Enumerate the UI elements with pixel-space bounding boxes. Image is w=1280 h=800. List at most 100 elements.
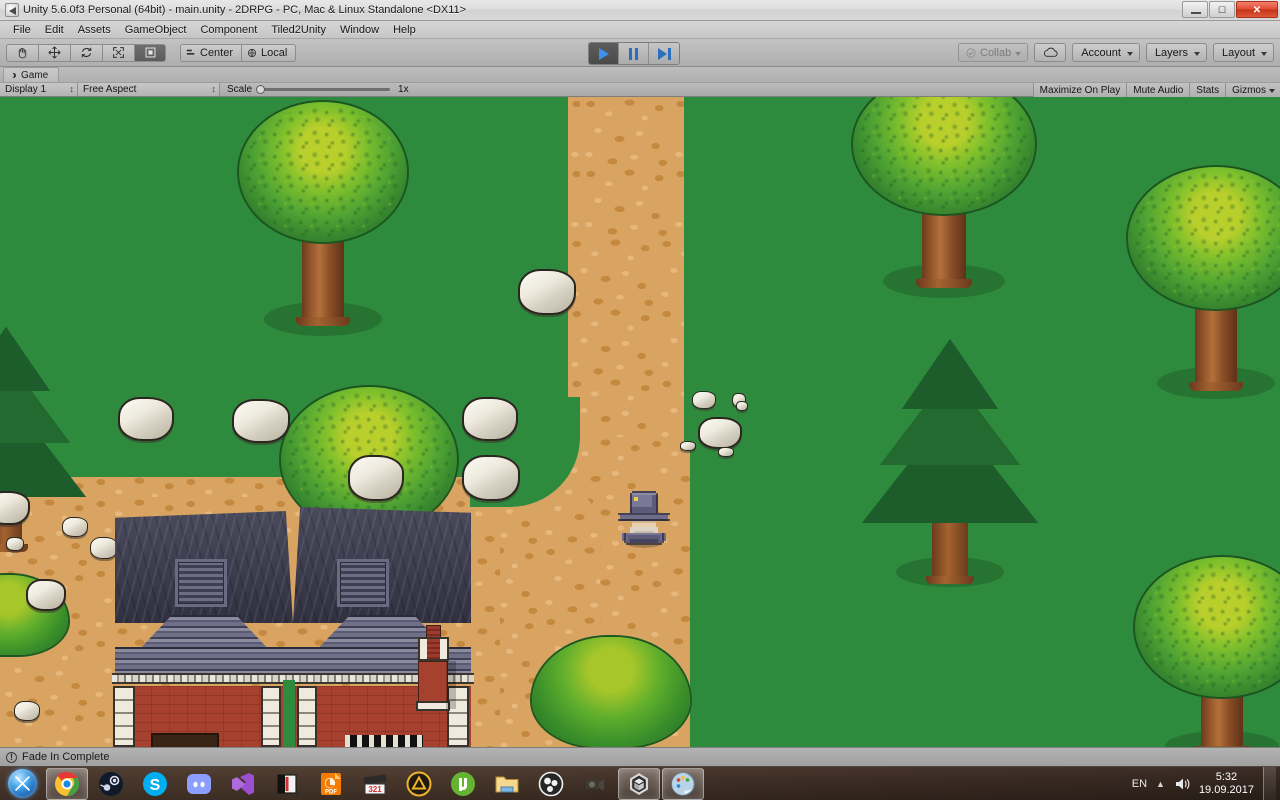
account-dropdown[interactable]: Account [1072,43,1140,62]
taskbar-item-skype[interactable]: S [134,768,176,800]
restore-icon: ☐ [1217,5,1227,15]
menu-help[interactable]: Help [386,22,423,38]
boulder-left-b [26,579,66,611]
move-tool-button[interactable] [38,43,70,62]
chevron-up-icon[interactable]: ▲ [1156,779,1165,789]
main-toolbar: Center Local Collab Account Layers Layou… [0,39,1280,67]
clock-date: 19.09.2017 [1198,784,1254,796]
menu-bar: File Edit Assets GameObject Component Ti… [0,21,1280,39]
tree-canopy [1128,167,1280,309]
step-icon [657,47,671,60]
taskbar-item-reader[interactable] [266,768,308,800]
rock-small-1 [692,391,716,409]
taskbar-item-aimp[interactable] [398,768,440,800]
house-vent-right [337,559,389,607]
boulder-7 [698,417,742,449]
rock-small-9 [14,701,40,721]
taskbar-item-camera-tool[interactable] [574,768,616,800]
rock-small-8 [718,447,734,457]
house-divider-gap [283,680,295,747]
taskbar-item-chrome[interactable] [46,767,88,800]
tab-game[interactable]: Game [3,67,60,82]
display-label: Display 1 [5,84,47,95]
hat-star [634,497,638,501]
taskbar-item-obs[interactable] [530,768,572,800]
move-icon [48,46,61,59]
pivot-rotation-button[interactable]: Local [241,43,297,62]
scale-slider-knob[interactable] [256,85,266,94]
minimize-button[interactable] [1182,1,1208,18]
rect-transform-icon [145,47,155,58]
pause-button[interactable] [619,43,649,64]
taskbar-item-explorer[interactable] [486,768,528,800]
mute-audio-button[interactable]: Mute Audio [1126,83,1190,98]
gizmos-dropdown[interactable]: Gizmos [1225,83,1280,98]
menu-tiled2unity[interactable]: Tiled2Unity [264,22,333,38]
menu-window[interactable]: Window [333,22,386,38]
show-desktop-button[interactable] [1263,767,1276,800]
tab-game-label: Game [21,69,49,81]
play-button[interactable] [589,43,619,64]
tree-pine-right [862,335,1038,587]
menu-component[interactable]: Component [193,22,264,38]
chimney-shadow [446,661,456,709]
collab-button[interactable]: Collab [958,43,1029,62]
taskbar-item-steam[interactable] [90,768,132,800]
rotate-tool-button[interactable] [70,43,102,62]
menu-gameobject[interactable]: GameObject [118,22,194,38]
menu-file[interactable]: File [6,22,38,38]
taskbar-clock[interactable]: 5:32 19.09.2017 [1199,771,1254,797]
house-quoin-mid-b [297,686,317,747]
rect-tool-button[interactable] [134,43,166,62]
taskbar-item-unity[interactable] [618,767,660,800]
display-dropdown[interactable]: Display 1 [0,83,78,96]
hand-tool-button[interactable] [6,43,38,62]
windows-start-icon [7,769,37,798]
media-player-icon: 321 [363,773,387,794]
scale-slider[interactable]: 1x [256,84,409,95]
wizard-player-character[interactable] [612,485,676,549]
svg-text:321: 321 [368,785,382,794]
aspect-dropdown[interactable]: Free Aspect [78,83,220,96]
start-button[interactable] [0,768,44,800]
layers-label: Layers [1154,46,1188,59]
stats-button[interactable]: Stats [1189,83,1226,98]
taskbar-item-discord[interactable] [178,768,220,800]
panel-tab-row: Game [0,67,1280,82]
volume-icon[interactable] [1174,777,1190,791]
maximize-on-play-button[interactable]: Maximize On Play [1032,83,1127,98]
taskbar-item-visual-studio[interactable] [222,768,264,800]
tree-deciduous-1 [238,102,408,336]
layout-dropdown[interactable]: Layout [1212,43,1274,62]
layers-dropdown[interactable]: Layers [1145,43,1207,62]
purple-app-icon [232,772,254,795]
taskbar-item-paint[interactable] [662,767,704,800]
boulder-4 [462,397,518,441]
scale-tool-button[interactable] [102,43,134,62]
menu-edit[interactable]: Edit [38,22,71,38]
info-icon: ! [6,751,17,763]
status-bar[interactable]: ! Fade In Complete [0,747,1280,766]
language-indicator[interactable]: EN [1132,778,1147,790]
house-quoin-mid-a [261,686,281,747]
taskbar-item-pdf[interactable]: PDF [310,768,352,800]
utorrent-icon [451,771,475,796]
scale-slider-track[interactable] [256,85,391,94]
house-roof-left-fill [115,647,293,675]
taskbar-item-utorrent[interactable] [442,768,484,800]
close-button[interactable]: ✕ [1236,1,1278,18]
aspect-label: Free Aspect [83,84,137,95]
rotate-icon [81,47,92,58]
pause-icon [629,47,638,60]
close-icon: ✕ [1252,5,1262,16]
game-view-canvas[interactable] [0,97,1280,747]
pivot-mode-button[interactable]: Center [180,43,242,62]
menu-assets[interactable]: Assets [71,22,118,38]
boulder-5 [348,455,404,501]
pine-layer-top [902,339,998,409]
taskbar-item-media-player[interactable]: 321 [354,768,396,800]
step-button[interactable] [649,43,679,64]
services-button[interactable] [1034,43,1067,62]
restore-button[interactable]: ☐ [1209,1,1235,18]
account-label: Account [1081,46,1121,59]
